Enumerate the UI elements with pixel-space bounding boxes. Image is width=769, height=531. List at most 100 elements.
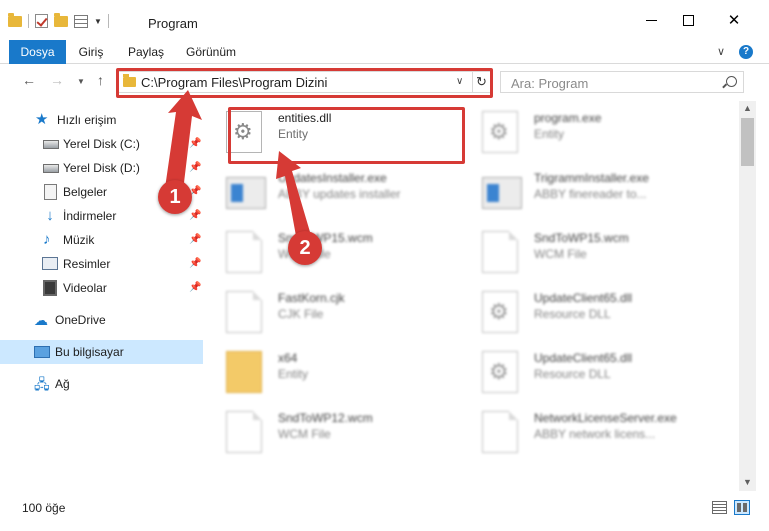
close-icon: ✕ [727, 12, 741, 29]
file-name: UpdatesInstaller.exe [278, 171, 387, 185]
sidebar-item-label: Ağ [55, 377, 70, 391]
scroll-up-icon[interactable]: ▲ [743, 103, 752, 113]
navigation-pane: ★ Hızlı erişim Yerel Disk (C:) 📌 Yerel D… [0, 101, 205, 491]
file-name: FastKorn.cjk [278, 291, 345, 305]
sidebar-item-label: Bu bilgisayar [55, 345, 124, 359]
pin-icon[interactable]: 📌 [189, 282, 201, 293]
list-item[interactable]: TrigrammInstaller.exe ABBY finereader to… [463, 161, 698, 217]
folder-icon [226, 351, 262, 393]
up-arrow-icon[interactable]: ↑ [97, 72, 104, 88]
page-icon [226, 411, 262, 453]
list-item[interactable]: FastKorn.cjk CJK File [207, 281, 442, 337]
chevron-down-icon[interactable]: ▼ [94, 17, 102, 26]
list-item[interactable]: program.exe Entity [463, 101, 698, 157]
pin-icon[interactable]: 📌 [189, 162, 201, 173]
address-bar[interactable]: C:\Program Files\Program Dizini ∨ ↻ [118, 71, 491, 93]
maximize-button[interactable] [665, 0, 711, 40]
sidebar-item-quick-access[interactable]: ★ Hızlı erişim [0, 108, 203, 132]
toolbar-divider [107, 14, 109, 28]
file-type: Entity [278, 127, 309, 141]
file-type: Entity [534, 127, 565, 141]
sidebar-item-label: Hızlı erişim [57, 113, 117, 127]
quick-access-toolbar: ▼ [8, 12, 109, 28]
list-item[interactable]: entities.dll Entity [207, 101, 442, 157]
sidebar-item-this-pc[interactable]: Bu bilgisayar [0, 340, 203, 364]
expand-ribbon-icon[interactable]: ∨ [717, 45, 725, 58]
list-item[interactable]: UpdateClient65.dll Resource DLL [463, 341, 698, 397]
list-item[interactable]: SndToWP12.wcm WCM File [207, 401, 442, 457]
address-path[interactable]: C:\Program Files\Program Dizini [141, 75, 327, 90]
file-name: x64 [278, 351, 298, 365]
list-item[interactable]: UpdatesInstaller.exe ABBY updates instal… [207, 161, 442, 217]
close-button[interactable]: ✕ [711, 0, 757, 40]
list-item[interactable]: NetworkLicenseServer.exe ABBY network li… [463, 401, 698, 457]
drive-icon [43, 140, 59, 149]
checkbox-properties-icon[interactable] [35, 14, 48, 28]
sidebar-item-onedrive[interactable]: ☁ OneDrive [0, 308, 203, 332]
large-icons-view-icon[interactable] [734, 500, 750, 515]
tab-view[interactable]: Görünüm [185, 40, 237, 64]
vertical-scrollbar[interactable]: ▲ ▼ [739, 101, 756, 491]
exe-icon [482, 177, 522, 209]
scroll-down-icon[interactable]: ▼ [743, 477, 752, 487]
folder-icon [123, 74, 136, 87]
sidebar-item-local-disk-c[interactable]: Yerel Disk (C:) 📌 [0, 132, 203, 156]
list-item[interactable]: x64 Entity [207, 341, 442, 397]
pictures-icon [42, 257, 58, 270]
help-icon[interactable]: ? [739, 45, 753, 59]
window-title: Program [148, 16, 198, 31]
properties-icon[interactable] [74, 14, 88, 28]
maximize-icon [682, 14, 694, 26]
scroll-thumb[interactable] [741, 118, 754, 166]
tab-home[interactable]: Giriş [76, 40, 106, 64]
minimize-icon [645, 19, 657, 21]
pin-icon[interactable]: 📌 [189, 210, 201, 221]
item-count: 100 öğe [22, 501, 66, 515]
forward-arrow-icon[interactable]: → [50, 72, 64, 88]
recent-locations-chevron-icon[interactable]: ▼ [77, 77, 85, 86]
tab-share[interactable]: Paylaş [126, 40, 166, 64]
sidebar-item-label: Resimler [63, 257, 111, 271]
sidebar-item-label: Yerel Disk (D:) [63, 161, 140, 175]
chevron-down-icon[interactable]: ∨ [456, 76, 463, 87]
new-folder-icon[interactable] [54, 12, 68, 27]
sidebar-item-local-disk-d[interactable]: Yerel Disk (D:) 📌 [0, 156, 203, 180]
downloads-icon: ↓ [46, 207, 54, 224]
file-name: UpdateClient65.dll [534, 291, 633, 305]
list-item[interactable]: UpdateClient65.dll Resource DLL [463, 281, 698, 337]
file-type: CJK File [278, 307, 324, 321]
file-type: ABBY updates installer [278, 187, 401, 201]
sidebar-item-pictures[interactable]: Resimler 📌 [0, 252, 203, 276]
pin-icon[interactable]: 📌 [189, 258, 201, 269]
back-arrow-icon[interactable]: ← [22, 72, 36, 88]
pin-icon[interactable]: 📌 [189, 234, 201, 245]
sidebar-item-network[interactable]: 🖧 Ağ [0, 372, 203, 396]
sidebar-item-videos[interactable]: Videolar 📌 [0, 276, 203, 300]
file-name: TrigrammInstaller.exe [534, 171, 649, 185]
search-icon[interactable] [726, 76, 737, 87]
file-name: SndToWP15.wcm [534, 231, 629, 245]
sidebar-item-label: Müzik [63, 233, 95, 247]
page-icon [226, 291, 262, 333]
search-placeholder: Ara: Program [511, 76, 589, 91]
file-name: entities.dll [278, 111, 332, 125]
folder-icon[interactable] [8, 12, 22, 27]
sidebar-item-label: İndirmeler [63, 209, 117, 223]
documents-icon [44, 184, 57, 200]
gear-file-icon [482, 351, 518, 393]
pin-icon[interactable]: 📌 [189, 138, 201, 149]
details-view-icon[interactable] [712, 501, 727, 514]
refresh-icon[interactable]: ↻ [472, 72, 490, 92]
exe-icon [226, 177, 266, 209]
list-item[interactable]: SndToWP15.wcm WCM File [463, 221, 698, 277]
toolbar-divider [28, 14, 29, 28]
gear-file-icon [482, 291, 518, 333]
music-icon: ♪ [43, 231, 51, 248]
file-type: ABBY finereader to... [534, 187, 647, 201]
page-icon [226, 231, 262, 273]
exe-icon [482, 111, 518, 153]
sidebar-item-music[interactable]: ♪ Müzik 📌 [0, 228, 203, 252]
list-item[interactable]: SndToWP15.wcm WCM File [207, 221, 442, 277]
tab-file[interactable]: Dosya [9, 40, 66, 64]
search-input[interactable]: Ara: Program [500, 71, 744, 93]
